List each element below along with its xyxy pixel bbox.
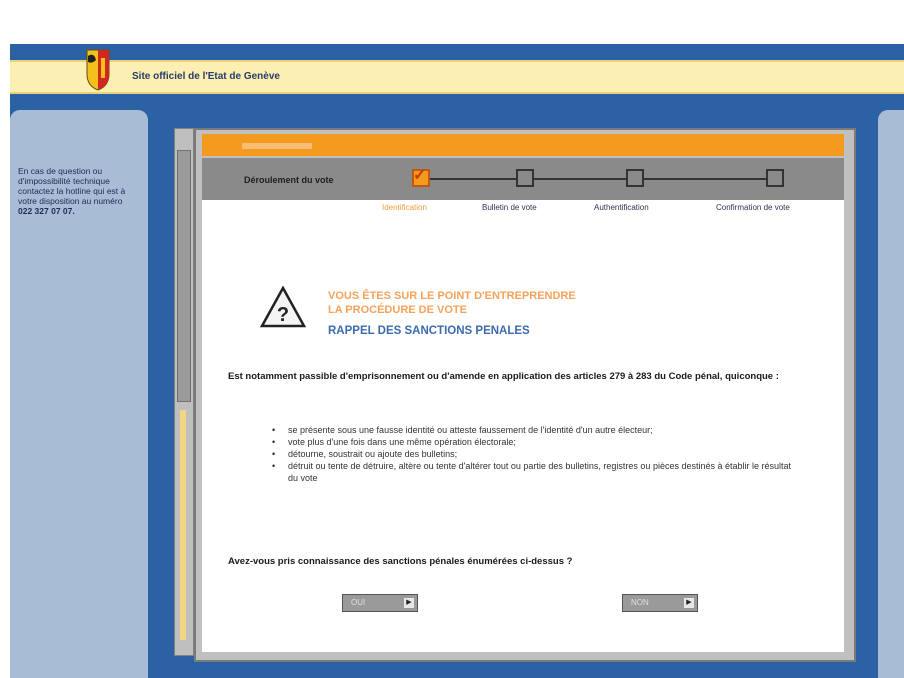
hotline-description: En cas de question ou d'impossibilité te… — [18, 166, 126, 206]
title-line-2: LA PROCÉDURE DE VOTE — [328, 304, 467, 316]
arrow-right-icon: ▶ — [684, 598, 694, 608]
steps-label: Déroulement du vote — [244, 175, 334, 185]
step-label-bulletin: Bulletin de vote — [482, 203, 537, 212]
scrollbar-indicator — [180, 410, 186, 640]
arrow-right-icon: ▶ — [404, 598, 414, 608]
no-button-label: NON — [631, 598, 649, 607]
page-title: VOUS ÊTES SUR LE POINT D'ENTREPRENDRE LA… — [328, 289, 576, 317]
list-item: détruit ou tente de détruire, altère ou … — [268, 460, 798, 484]
title-line-1: VOUS ÊTES SUR LE POINT D'ENTREPRENDRE — [328, 290, 576, 302]
hotline-help-text: En cas de question ou d'impossibilité te… — [18, 166, 136, 216]
list-item: vote plus d'une fois dans une même opéra… — [268, 436, 798, 448]
sanctions-list: se présente sous une fausse identité ou … — [268, 424, 798, 484]
step-connector — [430, 178, 516, 180]
site-title[interactable]: Site officiel de l'Etat de Genève — [132, 71, 280, 82]
step-box-confirmation — [766, 169, 784, 187]
step-box-authentification — [626, 169, 644, 187]
step-connector — [644, 178, 766, 180]
step-label-authentification: Authentification — [594, 203, 649, 212]
intro-paragraph: Est notamment passible d'emprisonnement … — [228, 371, 779, 382]
checkmark-icon: ✓ — [413, 167, 427, 184]
header-tab — [242, 143, 312, 149]
yes-button-label: OUI — [351, 598, 366, 607]
page-subtitle: RAPPEL DES SANCTIONS PENALES — [328, 325, 530, 337]
scrollbar-thumb[interactable] — [177, 150, 191, 402]
step-label-confirmation: Confirmation de vote — [716, 203, 790, 212]
geneva-coat-of-arms-icon — [86, 49, 110, 91]
question-warning-icon: ? — [260, 286, 306, 328]
step-connector — [534, 178, 626, 180]
step-box-bulletin — [516, 169, 534, 187]
list-item: détourne, soustrait ou ajoute des bullet… — [268, 448, 798, 460]
svg-text:?: ? — [277, 304, 289, 326]
list-item: se présente sous une fausse identité ou … — [268, 424, 798, 436]
hotline-phone: 022 327 07 07. — [18, 206, 75, 216]
step-label-identification: Identification — [382, 203, 427, 212]
yes-button[interactable]: OUI ▶ — [342, 594, 418, 612]
confirmation-question: Avez-vous pris connaissance des sanction… — [228, 556, 573, 567]
no-button[interactable]: NON ▶ — [622, 594, 698, 612]
right-sidebar — [878, 110, 904, 678]
